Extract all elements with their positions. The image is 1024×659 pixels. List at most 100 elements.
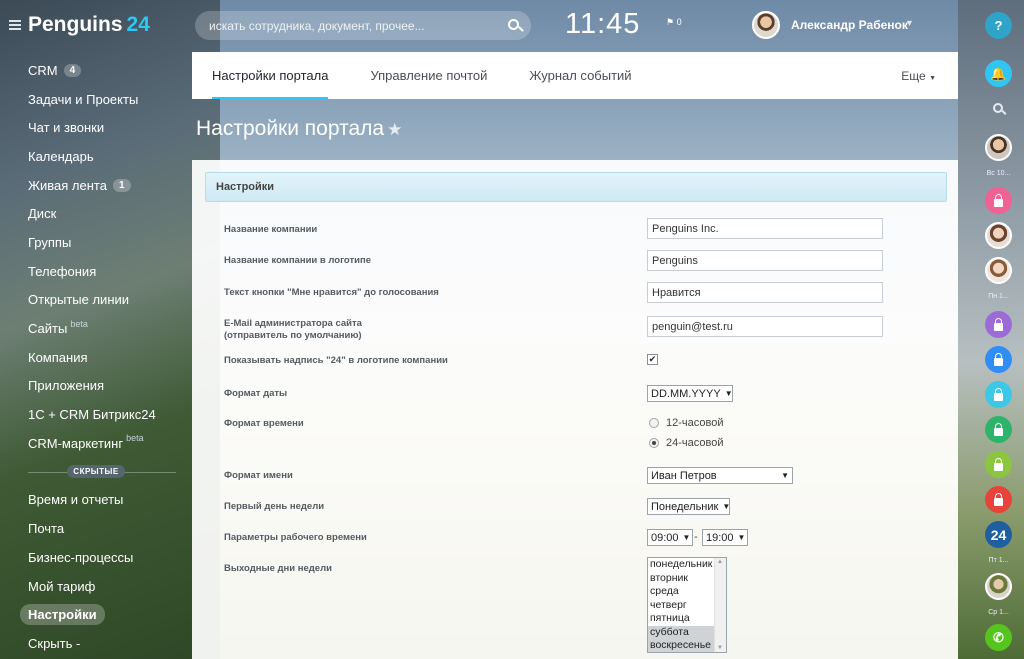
contact-avatar[interactable] bbox=[985, 257, 1012, 284]
contact-avatar[interactable] bbox=[985, 134, 1012, 161]
flag-count: 0 bbox=[676, 17, 682, 27]
menu-item-label: Мой тариф bbox=[28, 578, 96, 594]
weekend-label: Выходные дни недели bbox=[224, 563, 332, 574]
menu-item-label: Открытые линии bbox=[28, 292, 130, 308]
bitrix24-button[interactable]: 24 bbox=[985, 521, 1012, 548]
beta-tag: beta bbox=[126, 433, 144, 444]
menu-burger-icon[interactable] bbox=[9, 20, 21, 30]
radio-button-selected[interactable] bbox=[649, 438, 659, 448]
hidden-items-label: СКРЫТЫЕ bbox=[67, 465, 125, 479]
chat-lock-button[interactable] bbox=[985, 486, 1012, 513]
menu-item-calendar[interactable]: Календарь bbox=[0, 142, 192, 171]
menu-item-label: Приложения bbox=[28, 378, 105, 394]
contact-date: Ср 1... bbox=[988, 609, 1009, 616]
logo-name-field[interactable] bbox=[647, 250, 883, 271]
chevron-down-icon[interactable]: ▼ bbox=[905, 18, 914, 28]
page-title: Настройки портала ★ bbox=[196, 117, 402, 141]
lock-icon bbox=[994, 352, 1003, 366]
hidden-items-separator[interactable]: СКРЫТЫЕ bbox=[0, 458, 192, 486]
menu-item-tariff[interactable]: Мой тариф bbox=[0, 572, 192, 601]
date-format-select[interactable]: DD.MM.YYYY ▼ bbox=[647, 385, 733, 402]
left-menu: Penguins 24 CRM 4 Задачи и Проекты Чат и з… bbox=[0, 0, 192, 659]
menu-item-apps[interactable]: Приложения bbox=[0, 372, 192, 401]
chat-lock-button[interactable] bbox=[985, 381, 1012, 408]
menu-item-crm[interactable]: CRM 4 bbox=[0, 56, 192, 85]
phone-button[interactable]: ✆ bbox=[985, 624, 1012, 651]
settings-tabs: Настройки портала Управление почтой Журн… bbox=[192, 52, 958, 99]
menu-item-sites[interactable]: Сайты beta bbox=[0, 314, 192, 343]
star-icon[interactable]: ★ bbox=[387, 120, 402, 139]
menu-item-time-reports[interactable]: Время и отчеты bbox=[0, 486, 192, 515]
show-24-checkbox[interactable]: ✔ bbox=[647, 354, 658, 365]
menu-item-tasks[interactable]: Задачи и Проекты bbox=[0, 85, 192, 114]
menu-item-1c-crm[interactable]: 1С + CRM Битрикс24 bbox=[0, 400, 192, 429]
contact-avatar[interactable] bbox=[985, 573, 1012, 600]
menu-item-settings[interactable]: Настройки bbox=[0, 600, 192, 629]
bitrix24-icon: 24 bbox=[990, 526, 1007, 543]
menu-item-company[interactable]: Компания bbox=[0, 343, 192, 372]
work-from-select[interactable]: 09:00 ▼ bbox=[647, 529, 693, 546]
chat-lock-button[interactable] bbox=[985, 451, 1012, 478]
work-from-value: 09:00 bbox=[651, 531, 679, 544]
menu-item-label: Календарь bbox=[28, 148, 94, 164]
chat-lock-button[interactable] bbox=[985, 187, 1012, 214]
menu-item-groups[interactable]: Группы bbox=[0, 228, 192, 257]
menu-item-chat[interactable]: Чат и звонки bbox=[0, 113, 192, 142]
like-button-field[interactable] bbox=[647, 282, 883, 303]
search-input[interactable] bbox=[209, 18, 499, 33]
week-start-select[interactable]: Понедельник ▼ bbox=[647, 498, 730, 515]
menu-item-label: CRM bbox=[28, 62, 58, 78]
menu-item-bizproc[interactable]: Бизнес-процессы bbox=[0, 543, 192, 572]
flag-counter[interactable]: ⚑ 0 bbox=[666, 17, 682, 28]
user-avatar[interactable] bbox=[752, 11, 780, 39]
menu-item-feed[interactable]: Живая лента 1 bbox=[0, 171, 192, 200]
tab-mail-management[interactable]: Управление почтой bbox=[370, 52, 487, 99]
menu-item-label: Сайты bbox=[28, 321, 68, 337]
clock[interactable]: 11:45 bbox=[565, 8, 640, 41]
company-name-label: Название компании bbox=[224, 224, 318, 235]
flag-icon: ⚑ bbox=[666, 17, 677, 27]
right-bar: ? 🔔 Вс 10... Пн 1... 24 Пт 1... Ср 1... … bbox=[975, 0, 1024, 659]
chevron-down-icon: ▼ bbox=[722, 502, 731, 511]
contact-date: Пн 1... bbox=[988, 293, 1009, 300]
help-button[interactable]: ? bbox=[985, 12, 1012, 39]
radio-label: 24-часовой bbox=[666, 437, 724, 449]
menu-item-mail[interactable]: Почта bbox=[0, 514, 192, 543]
user-name[interactable]: Александр Рабенок bbox=[791, 18, 908, 32]
menu-item-open-lines[interactable]: Открытые линии bbox=[0, 286, 192, 315]
time-format-24-option[interactable]: 24-часовой bbox=[649, 437, 723, 449]
week-start-value: Понедельник bbox=[651, 500, 719, 513]
beta-tag: beta bbox=[70, 318, 88, 329]
admin-email-field[interactable] bbox=[647, 316, 883, 337]
chat-lock-button[interactable] bbox=[985, 346, 1012, 373]
search-icon[interactable] bbox=[508, 19, 519, 30]
menu-item-label: Настройки bbox=[20, 604, 105, 626]
menu-item-collapse[interactable]: Скрыть - bbox=[0, 629, 192, 658]
tab-more[interactable]: Еще ▼ bbox=[901, 69, 936, 83]
company-name-field[interactable] bbox=[647, 218, 883, 239]
menu-item-telephony[interactable]: Телефония bbox=[0, 257, 192, 286]
name-format-select[interactable]: Иван Петров ▼ bbox=[647, 467, 793, 484]
listbox-scrollbar[interactable] bbox=[714, 558, 726, 652]
chat-lock-button[interactable] bbox=[985, 416, 1012, 443]
time-format-12-option[interactable]: 12-часовой bbox=[649, 417, 723, 429]
weekend-listbox[interactable]: понедельник вторник среда четверг пятниц… bbox=[647, 557, 727, 653]
date-format-label: Формат даты bbox=[224, 388, 288, 399]
tab-more-label: Еще bbox=[901, 69, 926, 83]
menu-item-crm-marketing[interactable]: CRM-маркетинг beta bbox=[0, 429, 192, 458]
contact-date: Пт 1... bbox=[988, 557, 1009, 564]
tab-event-log[interactable]: Журнал событий bbox=[529, 52, 631, 99]
logo[interactable]: Penguins 24 bbox=[28, 13, 150, 37]
lock-icon bbox=[994, 422, 1003, 436]
chat-lock-button[interactable] bbox=[985, 311, 1012, 338]
tab-portal-settings[interactable]: Настройки портала bbox=[212, 52, 329, 99]
radio-button[interactable] bbox=[649, 418, 659, 428]
menu-item-label: Время и отчеты bbox=[28, 492, 124, 508]
notifications-button[interactable]: 🔔 bbox=[985, 60, 1012, 87]
menu-item-disk[interactable]: Диск bbox=[0, 199, 192, 228]
contact-avatar[interactable] bbox=[985, 222, 1012, 249]
search-icon[interactable] bbox=[993, 103, 1003, 113]
lock-icon bbox=[994, 457, 1003, 471]
work-to-select[interactable]: 19:00 ▼ bbox=[702, 529, 748, 546]
menu-item-label: Почта bbox=[28, 521, 65, 537]
